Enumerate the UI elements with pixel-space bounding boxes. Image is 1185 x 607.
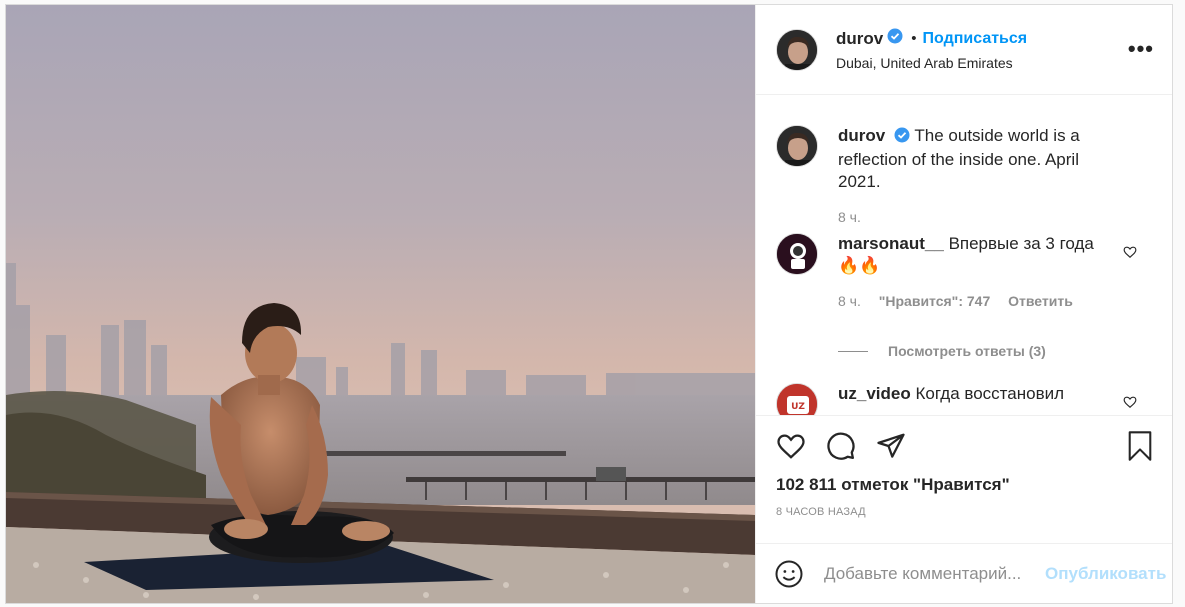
post-actions: [756, 415, 1172, 475]
comments-section[interactable]: durov The outside world is a reflection …: [756, 95, 1172, 415]
post-card: durov • Подписаться Dubai, United Arab E…: [5, 4, 1173, 604]
svg-text:UZ: UZ: [791, 402, 805, 412]
comment-meta: 8 ч. "Нравится": 747 Ответить: [838, 293, 1118, 309]
likes-count[interactable]: 102 811 отметок "Нравится": [756, 475, 1172, 495]
caption-time[interactable]: 8 ч.: [838, 209, 861, 225]
comment-text: uz_video Когда восстановил: [838, 383, 1118, 405]
reply-button[interactable]: Ответить: [1008, 293, 1073, 309]
verified-badge-icon: [887, 28, 903, 49]
author-username[interactable]: durov: [836, 29, 883, 49]
separator-dot: •: [911, 30, 917, 47]
comment-time[interactable]: 8 ч.: [838, 293, 861, 309]
caption-username[interactable]: durov: [838, 126, 885, 145]
comment-likes[interactable]: "Нравится": 747: [879, 293, 990, 309]
bookmark-icon[interactable]: [1126, 430, 1154, 467]
author-info: durov • Подписаться Dubai, United Arab E…: [836, 28, 1027, 71]
post-header: durov • Подписаться Dubai, United Arab E…: [756, 5, 1172, 95]
publish-button[interactable]: Опубликовать: [1045, 564, 1166, 584]
verified-badge-icon: [894, 127, 910, 149]
comment-like-icon[interactable]: [1123, 395, 1137, 414]
comment-icon[interactable]: [826, 431, 856, 461]
caption-meta: 8 ч.: [838, 209, 1118, 225]
caption: durov The outside world is a reflection …: [756, 125, 1172, 225]
comment-username[interactable]: uz_video: [838, 384, 911, 403]
view-replies-button[interactable]: Посмотреть ответы (3): [838, 343, 1046, 359]
replies-divider: [838, 350, 868, 352]
paper-plane-icon[interactable]: [876, 431, 906, 461]
comment-username[interactable]: marsonaut__: [838, 234, 944, 253]
post-timestamp[interactable]: 8 ЧАСОВ НАЗАД: [756, 506, 1172, 518]
comment-text: marsonaut__ Впервые за 3 года 🔥🔥: [838, 233, 1118, 277]
comment-body: Когда восстановил: [915, 384, 1065, 403]
follow-button[interactable]: Подписаться: [923, 30, 1028, 48]
commenter-avatar[interactable]: UZ: [776, 383, 818, 415]
post-details: durov • Подписаться Dubai, United Arab E…: [755, 5, 1172, 603]
comment-like-icon[interactable]: [1123, 245, 1137, 264]
comment-item: UZ uz_video Когда восстановил: [756, 383, 1172, 415]
comment-input[interactable]: [824, 563, 1045, 584]
comment-composer: Опубликовать: [756, 543, 1172, 603]
smiley-icon[interactable]: [774, 559, 804, 589]
comment-item: marsonaut__ Впервые за 3 года 🔥🔥 8 ч. "Н…: [756, 233, 1172, 309]
caption-text: durov The outside world is a reflection …: [838, 125, 1118, 193]
heart-icon[interactable]: [776, 431, 806, 461]
meditation-photo: [6, 5, 755, 603]
post-photo[interactable]: [6, 5, 755, 603]
post-location[interactable]: Dubai, United Arab Emirates: [836, 55, 1027, 71]
author-avatar[interactable]: [776, 28, 818, 71]
caption-avatar[interactable]: [776, 125, 818, 167]
commenter-avatar[interactable]: [776, 233, 818, 275]
view-replies-label: Посмотреть ответы (3): [888, 343, 1046, 359]
